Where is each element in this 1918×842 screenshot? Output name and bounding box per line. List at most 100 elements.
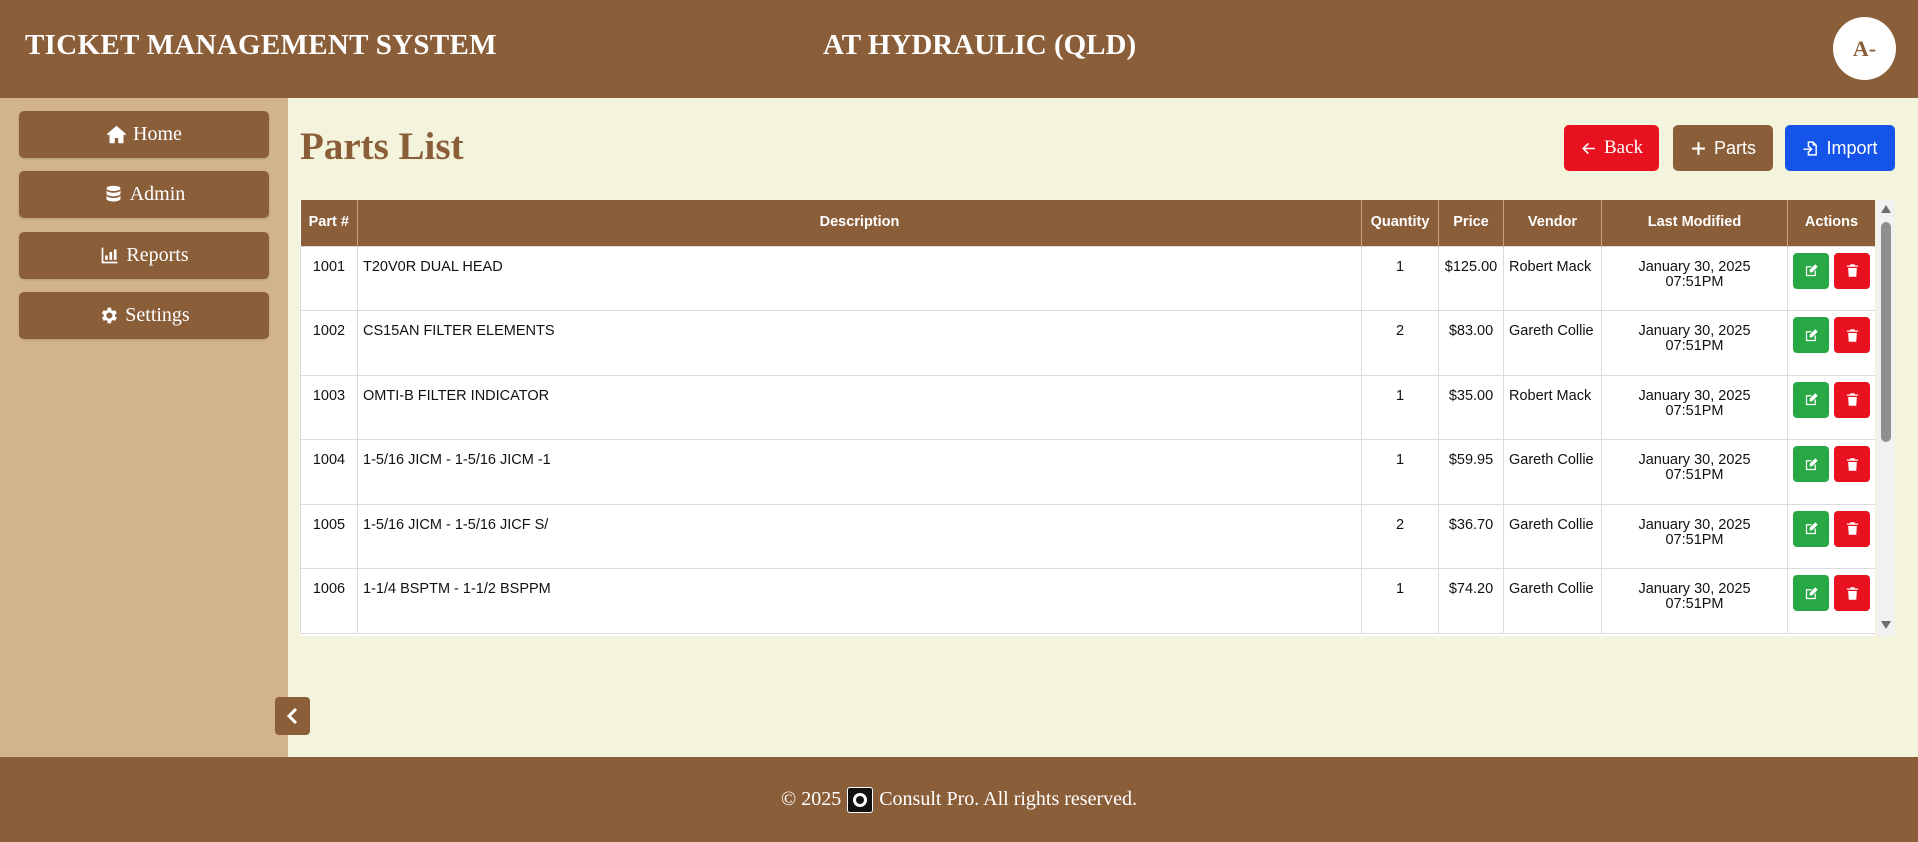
cell-price: $125.00: [1438, 245, 1504, 311]
gear-icon: [102, 307, 118, 324]
import-button[interactable]: Import: [1785, 125, 1895, 171]
column-header-part[interactable]: Part #: [300, 200, 358, 246]
footer: © 2025 Consult Pro. All rights reserved.: [0, 757, 1918, 842]
trash-icon: [1846, 393, 1858, 406]
cell-vendor: Robert Mack: [1503, 374, 1602, 440]
delete-button[interactable]: [1834, 317, 1870, 353]
table-row[interactable]: 1006 1-1/4 BSPTM - 1-1/2 BSPPM 1 $74.20 Gare…: [300, 568, 1875, 634]
cell-actions: [1787, 310, 1875, 376]
edit-icon: [1805, 457, 1818, 470]
parts-table-container[interactable]: Part # Description Quantity Price Vendor…: [300, 200, 1875, 636]
cell-vendor: Robert Mack: [1503, 245, 1602, 311]
cell-price: $83.00: [1438, 310, 1504, 376]
cell-last-modified: January 30, 2025 07:51PM: [1601, 503, 1788, 569]
modified-date: January 30, 2025: [1638, 452, 1751, 468]
cell-price: $74.20: [1438, 568, 1504, 634]
app-title: TICKET MANAGEMENT SYSTEM: [25, 29, 497, 61]
copyright-text: © 2025: [781, 788, 842, 810]
delete-button[interactable]: [1834, 252, 1870, 289]
sidebar-item-label: Admin: [129, 183, 186, 205]
scrollbar-thumb[interactable]: [1881, 222, 1891, 442]
cell-description: T20V0R DUAL HEAD: [357, 245, 1362, 311]
table-scrollbar[interactable]: [1877, 200, 1895, 636]
modified-time: 07:51PM: [1665, 402, 1724, 419]
cell-quantity: 2: [1361, 503, 1439, 569]
trash-icon: [1846, 586, 1858, 600]
sidebar-item-label: Settings: [125, 304, 190, 326]
table-row[interactable]: 1005 1-5/16 JICM - 1-5/16 JICF S/2 $36.70 G…: [300, 503, 1875, 569]
back-button[interactable]: Back: [1564, 125, 1659, 171]
delete-button[interactable]: [1834, 510, 1870, 547]
cell-last-modified: January 30, 2025 07:51PM: [1601, 310, 1788, 376]
edit-icon: [1805, 522, 1818, 535]
delete-button[interactable]: [1834, 381, 1870, 418]
sidebar-collapse-button[interactable]: [275, 697, 310, 735]
cell-vendor: Gareth Collie: [1503, 568, 1602, 634]
cell-part-number: 1006: [300, 568, 358, 634]
modified-time: 07:51PM: [1665, 531, 1724, 548]
edit-button[interactable]: [1793, 381, 1829, 418]
footer-company-text: Consult Pro. All rights reserved.: [879, 788, 1137, 810]
cell-description: 1-5/16 JICM - 1-5/16 JICF S/: [357, 503, 1362, 569]
cell-part-number: 1005: [300, 503, 358, 569]
user-avatar[interactable]: A-: [1833, 17, 1896, 80]
column-header-actions: Actions: [1787, 200, 1875, 246]
sidebar-item-admin[interactable]: Admin: [19, 171, 269, 218]
cell-part-number: 1002: [300, 310, 358, 376]
edit-button[interactable]: [1793, 317, 1829, 353]
plus-icon: [1692, 141, 1705, 155]
edit-button[interactable]: [1793, 446, 1829, 482]
column-header-description[interactable]: Description: [357, 200, 1362, 246]
chevron-left-icon: [286, 708, 297, 724]
modified-date: January 30, 2025: [1638, 581, 1751, 597]
trash-icon: [1846, 264, 1858, 277]
sidebar-item-settings[interactable]: Settings: [19, 292, 269, 339]
scroll-down-icon[interactable]: [1880, 620, 1892, 630]
cell-last-modified: January 30, 2025 07:51PM: [1601, 439, 1788, 505]
arrow-left-icon: [1582, 142, 1595, 154]
sidebar-item-label: Reports: [126, 244, 189, 266]
cell-part-number: 1004: [300, 439, 358, 505]
scroll-up-icon[interactable]: [1880, 204, 1892, 214]
sidebar-item-reports[interactable]: Reports: [19, 232, 269, 279]
delete-button[interactable]: [1834, 575, 1870, 611]
table-row[interactable]: 1004 1-5/16 JICM - 1-5/16 JICM -1 1 $59.95 G…: [300, 439, 1875, 505]
table-row[interactable]: 1003 OMTI-B FILTER INDICATOR 1 $35.00 Robert…: [300, 374, 1875, 440]
cell-description: OMTI-B FILTER INDICATOR: [357, 374, 1362, 440]
cell-quantity: 2: [1361, 310, 1439, 376]
edit-icon: [1805, 264, 1818, 277]
edit-button[interactable]: [1793, 575, 1829, 611]
cell-actions: [1787, 439, 1875, 505]
sidebar-item-home[interactable]: Home: [19, 111, 269, 158]
column-header-last-modified[interactable]: Last Modified: [1601, 200, 1788, 246]
modified-time: 07:51PM: [1665, 596, 1724, 613]
database-icon: [106, 185, 121, 202]
edit-button[interactable]: [1793, 510, 1829, 547]
modified-date: January 30, 2025: [1638, 516, 1751, 533]
page-title: Parts List: [300, 125, 464, 168]
consult-pro-logo-icon: [847, 786, 874, 813]
cell-last-modified: January 30, 2025 07:51PM: [1601, 374, 1788, 440]
cell-vendor: Gareth Collie: [1503, 439, 1602, 505]
edit-icon: [1805, 586, 1818, 599]
column-header-price[interactable]: Price: [1438, 200, 1504, 246]
table-row[interactable]: 1002 CS15AN FILTER ELEMENTS 2 $83.00 Gareth …: [300, 310, 1875, 376]
cell-actions: [1787, 503, 1875, 569]
delete-button[interactable]: [1834, 446, 1870, 482]
column-header-quantity[interactable]: Quantity: [1361, 200, 1439, 246]
edit-button[interactable]: [1793, 252, 1829, 289]
sidebar: Home Admin Reports Settings: [0, 98, 288, 757]
add-parts-button[interactable]: Parts: [1673, 125, 1773, 171]
modified-date: January 30, 2025: [1638, 323, 1751, 339]
top-header: TICKET MANAGEMENT SYSTEM AT HYDRAULIC (Q…: [0, 0, 1918, 98]
cell-description: 1-1/4 BSPTM - 1-1/2 BSPPM: [357, 568, 1362, 634]
column-header-vendor[interactable]: Vendor: [1503, 200, 1602, 246]
cell-price: $59.95: [1438, 439, 1504, 505]
cell-quantity: 1: [1361, 374, 1439, 440]
edit-icon: [1805, 328, 1818, 341]
modified-time: 07:51PM: [1665, 338, 1724, 355]
cell-quantity: 1: [1361, 245, 1439, 311]
cell-actions: [1787, 245, 1875, 311]
modified-time: 07:51PM: [1665, 467, 1724, 484]
table-row[interactable]: 1001 T20V0R DUAL HEAD 1 $125.00 Robert Mack J…: [300, 245, 1875, 311]
